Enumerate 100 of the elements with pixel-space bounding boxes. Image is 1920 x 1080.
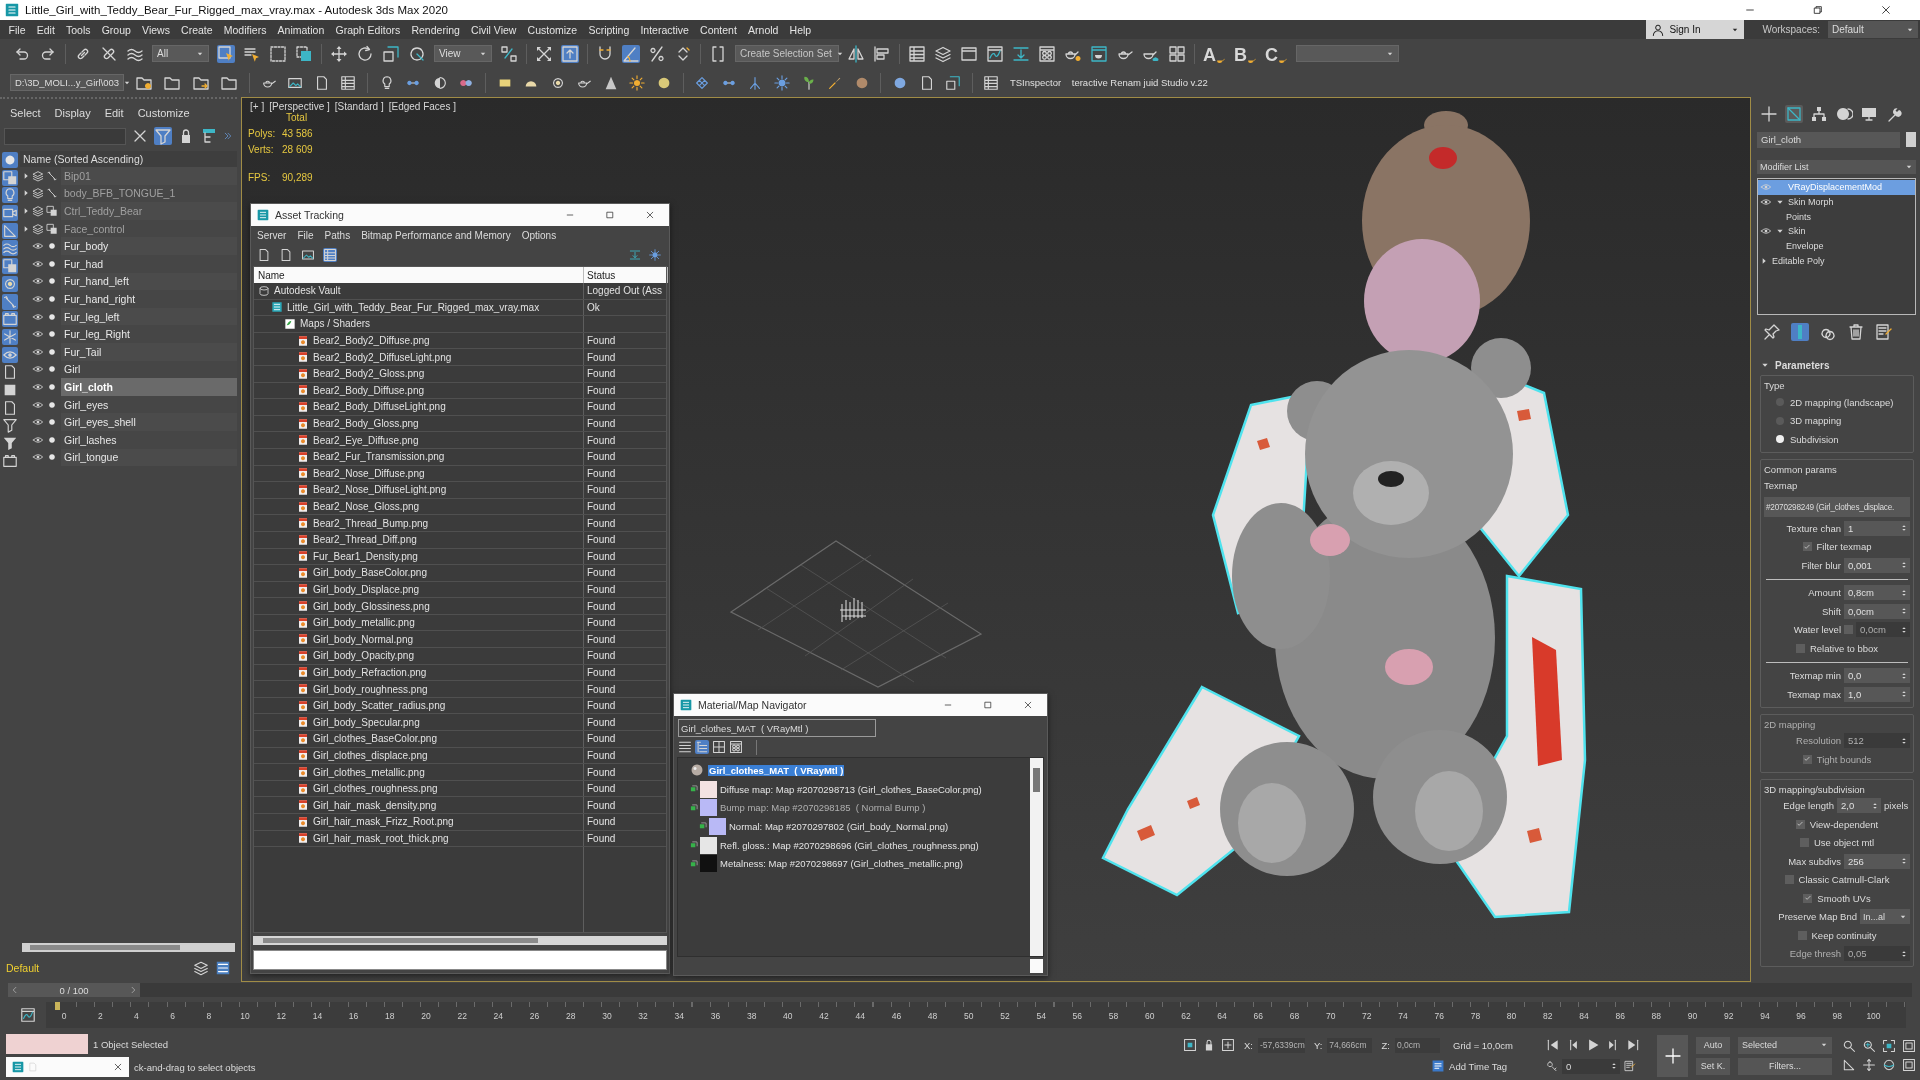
object-name[interactable]: Fur_body xyxy=(61,237,237,255)
circle-line-icon[interactable] xyxy=(408,44,426,63)
viewport-label[interactable]: [Edged Faces ] xyxy=(388,101,456,112)
asset-name[interactable]: Bear2_Thread_Diff.png xyxy=(313,534,417,546)
menu-item[interactable]: Edit xyxy=(31,23,61,36)
material-name-field[interactable]: Girl_clothes_MAT ( VRayMtl ) xyxy=(678,719,876,737)
menu-item[interactable]: Help xyxy=(784,23,817,36)
checkbox-label[interactable]: View-dependent xyxy=(1809,818,1879,830)
down-arrow-bar-icon[interactable] xyxy=(1012,44,1030,63)
maximize-icon[interactable] xyxy=(605,210,615,220)
page-icon[interactable] xyxy=(2,364,18,381)
spinner-field[interactable]: 256 xyxy=(1844,853,1910,869)
asset-name[interactable]: Bear2_Body_Gloss.png xyxy=(313,418,419,430)
asset-name[interactable]: Girl_body_Displace.png xyxy=(313,584,420,595)
maxscript-listener-field[interactable] xyxy=(6,1034,88,1054)
sphere-grid-icon[interactable] xyxy=(1038,44,1056,63)
asset-name[interactable]: Girl_hair_mask_Frizz_Root.png xyxy=(313,816,454,828)
scrollbar-thumb[interactable] xyxy=(263,938,538,943)
bone-icon[interactable] xyxy=(2,293,18,310)
checkbox-label[interactable]: Smooth UVs xyxy=(1817,892,1871,904)
hierarchy-icon[interactable] xyxy=(200,127,218,145)
restore-icon[interactable] xyxy=(1812,4,1824,16)
last-frame-icon[interactable] xyxy=(1626,1038,1640,1052)
menu-item[interactable]: Paths xyxy=(324,229,351,241)
orbit-icon[interactable] xyxy=(1882,1058,1896,1072)
menu-item[interactable]: Scripting xyxy=(582,23,635,36)
rollout-title[interactable]: Parameters xyxy=(1775,359,1830,371)
container-icon[interactable] xyxy=(2,311,18,328)
asset-name[interactable]: Girl_body_Opacity.png xyxy=(313,650,414,662)
funnel-icon[interactable] xyxy=(2,417,18,434)
pan-icon[interactable] xyxy=(1862,1058,1876,1072)
material-node[interactable]: Girl_clothes_MAT ( VRayMtl ) xyxy=(708,764,845,776)
asset-name[interactable]: Girl_body_Normal.png xyxy=(313,633,414,645)
object-name-field[interactable]: Girl_cloth xyxy=(1757,131,1900,148)
menu-item[interactable]: Customize xyxy=(522,23,583,36)
asset-name[interactable]: Bear2_Fur_Transmission.png xyxy=(313,451,445,463)
asset-name[interactable]: Bear2_Nose_DiffuseLight.png xyxy=(313,484,447,496)
layers-icon[interactable] xyxy=(193,960,209,976)
stack-item[interactable]: Editable Poly xyxy=(1770,255,1825,266)
menu-item[interactable]: Interactive xyxy=(634,23,695,36)
sign-in-dropdown[interactable]: Sign In xyxy=(1646,20,1745,39)
add-time-tag-link[interactable]: Add Time Tag xyxy=(1449,1060,1507,1072)
timeline-ruler[interactable]: 0 2 4 6 8 10 12 14 16 18 20 22 24 26 28 30 32 34 36 38 40 42 44 46 48 50 52 54 56 58 60 62 64 66 68 70 72 74 76 78 80 82 84 86 88 90 92 94 96 98 100 xyxy=(46,1001,1906,1028)
close-icon[interactable] xyxy=(1023,700,1033,710)
squares-line-icon[interactable] xyxy=(500,44,518,63)
column-header[interactable]: Name xyxy=(254,267,584,283)
explorer-menu-item[interactable]: Select xyxy=(10,107,41,119)
radio-button[interactable] xyxy=(1776,435,1784,444)
asset-name[interactable]: Bear2_Body2_Diffuse.png xyxy=(313,335,430,347)
asset-name[interactable]: Little_Girl_with_Teddy_Bear_Fur_Rigged_max_vray.max xyxy=(287,301,540,313)
spinner-field[interactable]: 1,0 xyxy=(1844,686,1910,702)
asset-name[interactable]: Girl_body_Refraction.png xyxy=(313,666,427,678)
circle-arc-icon[interactable] xyxy=(1835,105,1853,123)
sphere-icon[interactable] xyxy=(2,152,18,168)
menu-item[interactable]: Rendering xyxy=(405,23,466,36)
close-icon[interactable] xyxy=(113,1062,123,1072)
container-icon[interactable] xyxy=(2,452,18,469)
asset-name[interactable]: Bear2_Thread_Bump.png xyxy=(313,517,429,529)
magnifier-plus-icon[interactable] xyxy=(1862,1039,1876,1053)
monitor-icon[interactable] xyxy=(1860,105,1878,123)
explorer-menu-item[interactable]: Edit xyxy=(104,107,124,119)
menu-item[interactable]: Create xyxy=(175,23,219,36)
page-icon[interactable] xyxy=(279,248,293,262)
spinner-field[interactable]: 2,0 xyxy=(1837,798,1881,814)
waves-icon[interactable] xyxy=(2,240,18,257)
checkbox-label[interactable]: Filter texmap xyxy=(1816,541,1872,553)
horizontal-scrollbar[interactable] xyxy=(253,936,667,945)
checkbox[interactable] xyxy=(1797,930,1807,940)
cursor-square-icon[interactable] xyxy=(217,44,235,63)
menu-item[interactable]: Tools xyxy=(60,23,97,36)
viewport-label[interactable]: [+ ] xyxy=(250,101,265,112)
checklist-icon[interactable] xyxy=(1624,1060,1636,1072)
squares-icon[interactable] xyxy=(945,74,962,91)
asset-name[interactable]: Girl_body_BaseColor.png xyxy=(313,567,427,579)
hierarchy-icon[interactable] xyxy=(1810,105,1828,123)
asset-name[interactable]: Bear2_Body2_Gloss.png xyxy=(313,368,425,380)
asset-name[interactable]: Girl_clothes_BaseColor.png xyxy=(313,733,437,745)
eye-icon[interactable] xyxy=(2,346,18,363)
plus-icon[interactable] xyxy=(1760,105,1778,123)
squares-icon[interactable] xyxy=(382,44,400,63)
auto-key-button[interactable]: Auto xyxy=(1696,1036,1730,1054)
camera-icon[interactable] xyxy=(2,205,18,222)
coordinate-field[interactable]: 74,666cm xyxy=(1327,1037,1373,1053)
brackets-icon[interactable] xyxy=(709,44,727,63)
diagonal-arrows-icon[interactable] xyxy=(535,44,553,63)
texmap-button[interactable]: #2070298249 (Girl_clothes_displace. xyxy=(1764,497,1910,517)
curve-graph-icon[interactable] xyxy=(986,44,1004,63)
coordinate-field[interactable]: 0,0cm xyxy=(1394,1037,1441,1053)
funnel-icon[interactable] xyxy=(2,435,18,451)
expand-arrow-icon[interactable] xyxy=(1760,256,1768,265)
script-button[interactable]: B xyxy=(1234,42,1257,65)
four-squares-icon[interactable] xyxy=(1168,44,1186,63)
nested-squares-icon[interactable] xyxy=(1902,1058,1916,1072)
stack-item[interactable]: Envelope xyxy=(1784,241,1824,252)
menu-item[interactable]: File xyxy=(3,23,32,36)
up-arrow-box-icon[interactable] xyxy=(561,44,579,63)
asset-name[interactable]: Girl_body_Specular.png xyxy=(313,716,420,728)
triangle-icon[interactable] xyxy=(1842,1058,1856,1072)
sun-icon[interactable] xyxy=(629,74,646,91)
mirror-icon[interactable] xyxy=(847,44,865,63)
